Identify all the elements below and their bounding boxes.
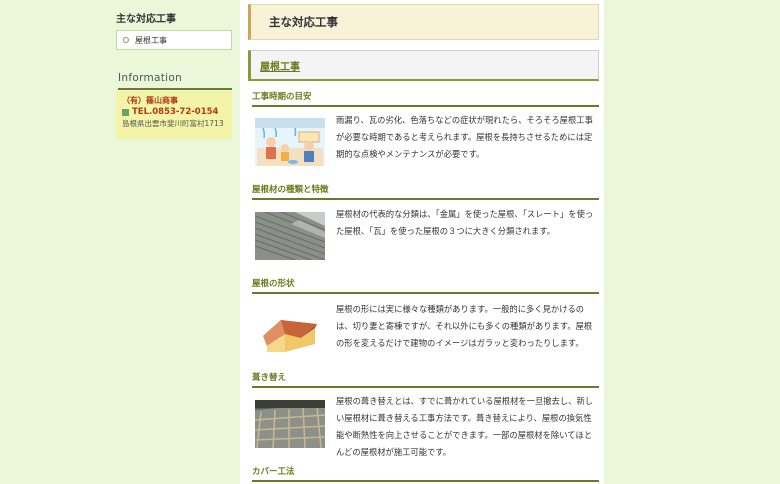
- bullet-icon: [123, 37, 129, 43]
- metal-roof-photo: [255, 212, 325, 260]
- page: 主な対応工事 屋根工事 Information （有）篠山商事 TEL.0853…: [0, 0, 780, 484]
- phone-icon: [122, 108, 129, 116]
- sidebar-menu: 屋根工事: [116, 30, 232, 50]
- topic-heading-cover-method: カバー工法: [252, 465, 599, 482]
- topic-text-shape: 屋根の形には実に様々な種類があります。一般的に多く見かけるのは、切り妻と寄棟です…: [336, 304, 593, 348]
- company-name: （有）篠山商事: [122, 96, 178, 105]
- phone-text: TEL.0853-72-0154: [132, 107, 219, 117]
- topic-text-timing: 雨漏り、瓦の劣化、色落ちなどの症状が現れたら、そろそろ屋根工事が必要な時期である…: [336, 115, 593, 159]
- sidebar-heading: 主な対応工事: [116, 10, 232, 32]
- house-illustration: [255, 306, 325, 354]
- section-title-link[interactable]: 屋根工事: [260, 58, 300, 73]
- family-illustration: [255, 118, 325, 166]
- reroofing-photo: [255, 400, 325, 448]
- address: 島根県出雲市斐川町富村1713: [122, 119, 224, 128]
- topic-heading-timing: 工事時期の目安: [252, 90, 599, 107]
- topic-heading-materials: 屋根材の種類と特徴: [252, 183, 599, 200]
- topic-text-materials: 屋根材の代表的な分類は、「金属」を使った屋根、「スレート」を使った屋根、「瓦」を…: [336, 209, 594, 236]
- topic-heading-reroofing: 葺き替え: [252, 371, 599, 388]
- info-heading: Information: [118, 72, 232, 90]
- info-box: （有）篠山商事 TEL.0853-72-0154 島根県出雲市斐川町富村1713: [116, 91, 232, 139]
- section-header: 屋根工事: [248, 50, 599, 81]
- topic-text-reroofing: 屋根の葺き替えとは、すでに葺かれている屋根材を一旦撤去し、新しい屋根材に葺き替え…: [336, 396, 594, 457]
- sidebar-item-label: 屋根工事: [135, 35, 167, 45]
- sidebar-item-roof-work[interactable]: 屋根工事: [117, 31, 231, 49]
- phone-number[interactable]: TEL.0853-72-0154: [122, 106, 232, 118]
- topic-heading-shape: 屋根の形状: [252, 277, 599, 294]
- page-title: 主な対応工事: [248, 4, 599, 40]
